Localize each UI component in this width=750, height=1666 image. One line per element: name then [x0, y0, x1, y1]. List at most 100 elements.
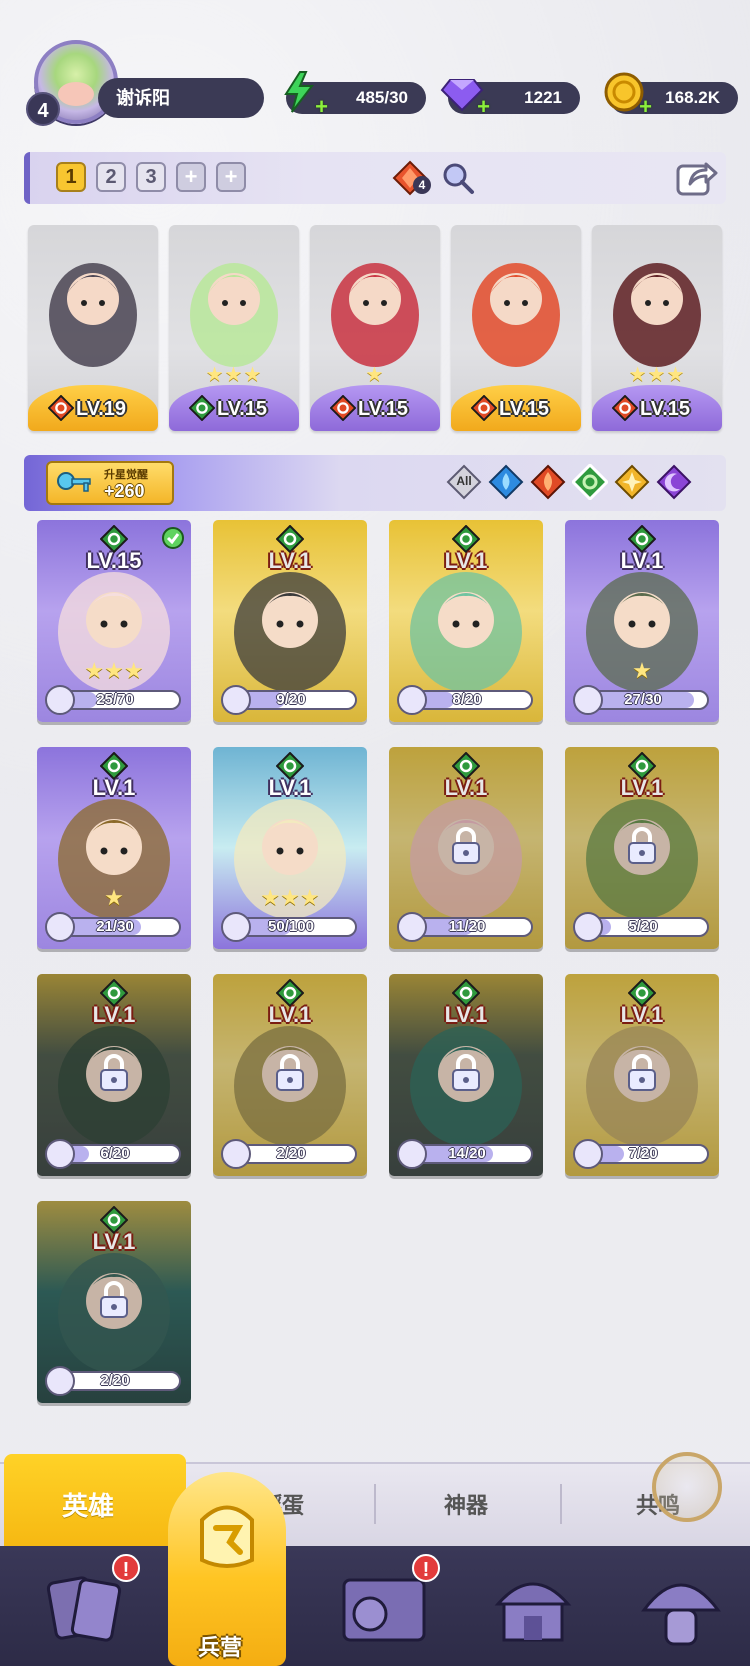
hero-card[interactable]: LV.1 2/20	[213, 974, 367, 1176]
awaken-button[interactable]: 升星觉醒 +260	[46, 461, 174, 505]
hero-level: LV.1	[620, 548, 664, 573]
top-bar: 4 谢诉阳 + 485/30 + 1221 + 168.2K	[0, 0, 750, 130]
lock-icon	[276, 1054, 304, 1091]
team-hero-card[interactable]: LV.15	[451, 225, 581, 431]
fragment-icon	[221, 685, 251, 715]
player-level-badge: 4	[26, 92, 60, 126]
light-filter-icon[interactable]	[614, 464, 650, 500]
hero-stars: ★★★	[628, 364, 686, 386]
team-tab-2[interactable]: 2	[96, 162, 126, 192]
nav-cards[interactable]: !	[20, 1546, 170, 1666]
nav-adventure[interactable]: !	[320, 1546, 470, 1666]
nav-alert-badge: !	[112, 1554, 140, 1582]
plus-icon: +	[639, 94, 652, 119]
fragment-progress-bar: 2/20	[221, 1139, 357, 1169]
hero-stars: ★★★	[84, 658, 144, 683]
nav-guild[interactable]	[620, 1546, 750, 1666]
fire-element-icon	[48, 395, 74, 421]
fragment-progress-bar: 2/20	[45, 1366, 181, 1396]
team-hero-card[interactable]: LV.19	[28, 225, 158, 431]
hero-card[interactable]: LV.1 6/20	[37, 974, 191, 1176]
hero-card[interactable]: LV.1 5/20	[565, 747, 719, 949]
fragment-progress-bar: 21/30	[45, 912, 181, 942]
hero-card[interactable]: LV.1 14/20	[389, 974, 543, 1176]
fragment-progress-bar: 50/100	[221, 912, 357, 942]
fragment-icon	[221, 912, 251, 942]
hero-card[interactable]: LV.1 2/20	[37, 1201, 191, 1403]
key-icon	[57, 472, 91, 492]
tab-divider	[560, 1484, 562, 1524]
hero-stars: ★★★	[205, 364, 263, 386]
filter-all[interactable]: All	[446, 464, 482, 500]
nature-filter-icon[interactable]	[572, 464, 608, 500]
team-hero-card[interactable]: ★★★ LV.15	[592, 225, 722, 431]
gem-counter[interactable]: + 1221	[440, 79, 580, 119]
fragment-progress-bar: 25/70	[45, 685, 181, 715]
fire-element-icon	[330, 395, 356, 421]
gem-value: 1221	[524, 88, 562, 107]
team-tab-1[interactable]: 1	[56, 162, 86, 192]
hero-card[interactable]: LV.1 7/20	[565, 974, 719, 1176]
hero-level: LV.1	[444, 1002, 488, 1027]
floating-action-button[interactable]	[652, 1452, 722, 1522]
check-icon	[162, 527, 184, 549]
hero-portrait	[472, 263, 560, 367]
fragment-icon	[45, 685, 75, 715]
team-hero-card[interactable]: ★ LV.15	[310, 225, 440, 431]
mushroom-icon	[641, 1583, 721, 1646]
fire-element-icon	[612, 395, 638, 421]
hero-level: LV.1	[620, 775, 664, 800]
lock-icon	[100, 1281, 128, 1318]
fragment-progress-bar: 6/20	[45, 1139, 181, 1169]
fragment-icon	[573, 1139, 603, 1169]
hero-card[interactable]: LV.1 8/20	[389, 520, 543, 722]
fire-count-badge: 4	[413, 176, 431, 194]
fragment-progress-bar: 8/20	[397, 685, 533, 715]
team-bar: 1 2 3 + + 4	[24, 152, 726, 204]
nav-shop[interactable]	[470, 1546, 620, 1666]
coin-counter[interactable]: + 168.2K	[604, 72, 738, 119]
hero-level: LV.15	[86, 548, 142, 573]
fragment-icon	[45, 1139, 75, 1169]
hero-level: LV.1	[444, 548, 488, 573]
team-tab-3[interactable]: 3	[136, 162, 166, 192]
hero-card[interactable]: LV.15 ★★★ 25/70	[37, 520, 191, 722]
hero-level: LV.1	[268, 775, 312, 800]
all-filter-label: All	[456, 474, 472, 488]
hero-card[interactable]: LV.1 9/20	[213, 520, 367, 722]
fragment-progress-bar: 14/20	[397, 1139, 533, 1169]
hero-card[interactable]: LV.1 ★★★ 50/100	[213, 747, 367, 949]
hero-stars: ★	[104, 885, 124, 910]
water-filter-icon[interactable]	[488, 464, 524, 500]
tab-artifacts[interactable]: 神器	[444, 1488, 488, 1520]
lock-icon	[628, 1054, 656, 1091]
team-hero-card[interactable]: ★★★ LV.15	[169, 225, 299, 431]
fragment-icon	[45, 1366, 75, 1396]
awaken-value: +260	[104, 481, 145, 501]
filter-bar: 升星觉醒 +260 All	[24, 455, 726, 511]
search-icon[interactable]	[440, 160, 476, 196]
awaken-title: 升星觉醒	[104, 469, 148, 481]
plus-icon: +	[477, 94, 490, 119]
nav-alert-badge: !	[412, 1554, 440, 1582]
fire-element-icon	[471, 395, 497, 421]
nature-element-icon	[189, 395, 215, 421]
hero-card[interactable]: LV.1 ★ 27/30	[565, 520, 719, 722]
energy-counter[interactable]: + 485/30	[284, 71, 426, 118]
hero-level: LV.1	[92, 775, 136, 800]
hero-card[interactable]: LV.1 ★ 21/30	[37, 747, 191, 949]
dark-filter-icon[interactable]	[656, 464, 692, 500]
team-tab-add[interactable]: +	[216, 162, 246, 192]
fragment-icon	[573, 685, 603, 715]
tab-heroes-label: 英雄	[62, 1491, 115, 1521]
fragment-progress-bar: 5/20	[573, 912, 709, 942]
fragment-progress-bar: 27/30	[573, 685, 709, 715]
fragment-progress-bar: 7/20	[573, 1139, 709, 1169]
fire-filter-icon[interactable]	[530, 464, 566, 500]
fragment-icon	[397, 685, 427, 715]
share-icon[interactable]	[676, 158, 718, 198]
team-tab-add[interactable]: +	[176, 162, 206, 192]
fragment-icon	[397, 912, 427, 942]
hero-level: LV.15	[499, 398, 550, 420]
hero-card[interactable]: LV.1 11/20	[389, 747, 543, 949]
